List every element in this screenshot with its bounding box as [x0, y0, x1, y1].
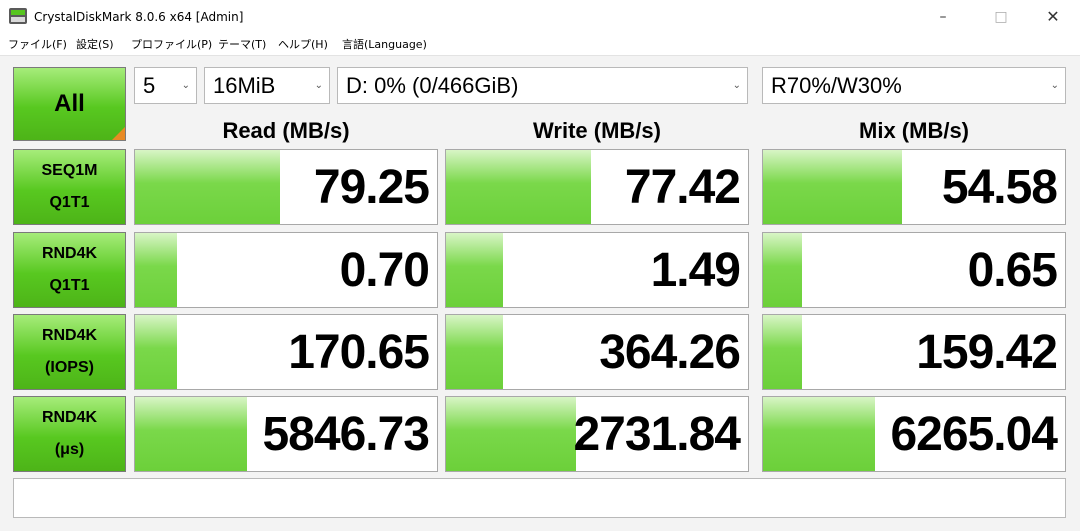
result-cell-read: 79.25	[134, 149, 438, 225]
result-value: 77.42	[624, 161, 741, 214]
result-value: 79.25	[313, 161, 430, 214]
run-all-label: All	[54, 90, 85, 117]
menu-theme[interactable]: テーマ(T)	[218, 34, 266, 55]
test-size-value: 16MiB	[213, 73, 276, 98]
row-label-line1: RND4K	[41, 245, 98, 262]
result-value: 6265.04	[890, 408, 1058, 461]
rnd4k-latency-button[interactable]: RND4K (μs)	[13, 396, 126, 472]
result-value: 1.49	[650, 244, 741, 297]
run-all-button[interactable]: All	[13, 67, 126, 141]
result-value: 364.26	[599, 326, 741, 379]
maximize-icon[interactable]: □	[978, 0, 1024, 34]
result-cell-read: 170.65	[134, 314, 438, 390]
menu-profile[interactable]: プロファイル(P)	[131, 34, 212, 55]
menu-settings[interactable]: 設定(S)	[76, 34, 114, 55]
result-cell-mix: 159.42	[762, 314, 1066, 390]
rnd4k-q1t1-button[interactable]: RND4K Q1T1	[13, 232, 126, 308]
chevron-down-icon: ⌄	[181, 80, 190, 91]
corner-marker	[112, 127, 125, 140]
row-label-line2: Q1T1	[49, 277, 90, 294]
result-value: 0.70	[339, 244, 430, 297]
app-icon	[9, 8, 27, 24]
read-header: Read (MB/s)	[222, 118, 350, 143]
test-count-select[interactable]: 5 ⌄	[134, 67, 197, 104]
row-label-line1: RND4K	[41, 409, 98, 426]
window-title: CrystalDiskMark 8.0.6 x64 [Admin]	[34, 10, 244, 24]
result-cell-read: 5846.73	[134, 396, 438, 472]
score-bar	[446, 233, 504, 307]
seq1m-q1t1-button[interactable]: SEQ1M Q1T1	[13, 149, 126, 225]
result-cell-write: 1.49	[445, 232, 749, 308]
chevron-down-icon: ⌄	[314, 80, 323, 91]
menu-help[interactable]: ヘルプ(H)	[278, 34, 328, 55]
chevron-down-icon: ⌄	[732, 80, 741, 91]
score-bar	[446, 397, 576, 471]
score-bar	[135, 150, 280, 224]
score-bar	[763, 397, 875, 471]
write-header: Write (MB/s)	[533, 118, 661, 143]
score-bar	[446, 150, 591, 224]
drive-select[interactable]: D: 0% (0/466GiB) ⌄	[337, 67, 748, 104]
result-value: 2731.84	[573, 408, 741, 461]
result-value: 170.65	[288, 326, 430, 379]
title-bar: CrystalDiskMark 8.0.6 x64 [Admin] – □ ✕	[0, 0, 1080, 34]
score-bar	[763, 233, 803, 307]
result-cell-write: 364.26	[445, 314, 749, 390]
test-count-value: 5	[143, 73, 156, 98]
test-size-select[interactable]: 16MiB ⌄	[204, 67, 330, 104]
mix-ratio-select[interactable]: R70%/W30% ⌄	[762, 67, 1066, 104]
row-label-line2: (IOPS)	[45, 359, 94, 376]
result-cell-write: 77.42	[445, 149, 749, 225]
menu-bar: ファイル(F) 設定(S) プロファイル(P) テーマ(T) ヘルプ(H) 言語…	[0, 34, 1080, 56]
result-cell-mix: 6265.04	[762, 396, 1066, 472]
menu-file[interactable]: ファイル(F)	[8, 34, 67, 55]
menu-language[interactable]: 言語(Language)	[342, 34, 427, 55]
score-bar	[763, 150, 902, 224]
result-value: 0.65	[967, 244, 1058, 297]
score-bar	[446, 315, 504, 389]
result-cell-mix: 0.65	[762, 232, 1066, 308]
score-bar	[135, 315, 178, 389]
result-value: 5846.73	[262, 408, 430, 461]
result-value: 159.42	[916, 326, 1058, 379]
score-bar	[135, 233, 178, 307]
result-cell-read: 0.70	[134, 232, 438, 308]
rnd4k-iops-button[interactable]: RND4K (IOPS)	[13, 314, 126, 390]
result-value: 54.58	[941, 161, 1058, 214]
drive-value: D: 0% (0/466GiB)	[346, 73, 519, 98]
result-cell-mix: 54.58	[762, 149, 1066, 225]
row-label-line2: Q1T1	[49, 194, 90, 211]
row-label-line1: RND4K	[41, 327, 98, 344]
row-label-line1: SEQ1M	[41, 162, 98, 179]
close-icon[interactable]: ✕	[1030, 0, 1076, 34]
score-bar	[135, 397, 247, 471]
row-label-line2: (μs)	[54, 441, 85, 458]
result-cell-write: 2731.84	[445, 396, 749, 472]
comment-input[interactable]	[13, 478, 1066, 518]
minimize-icon[interactable]: –	[920, 0, 966, 34]
mix-ratio-value: R70%/W30%	[771, 73, 902, 98]
mix-header: Mix (MB/s)	[859, 118, 969, 143]
score-bar	[763, 315, 803, 389]
chevron-down-icon: ⌄	[1050, 80, 1059, 91]
